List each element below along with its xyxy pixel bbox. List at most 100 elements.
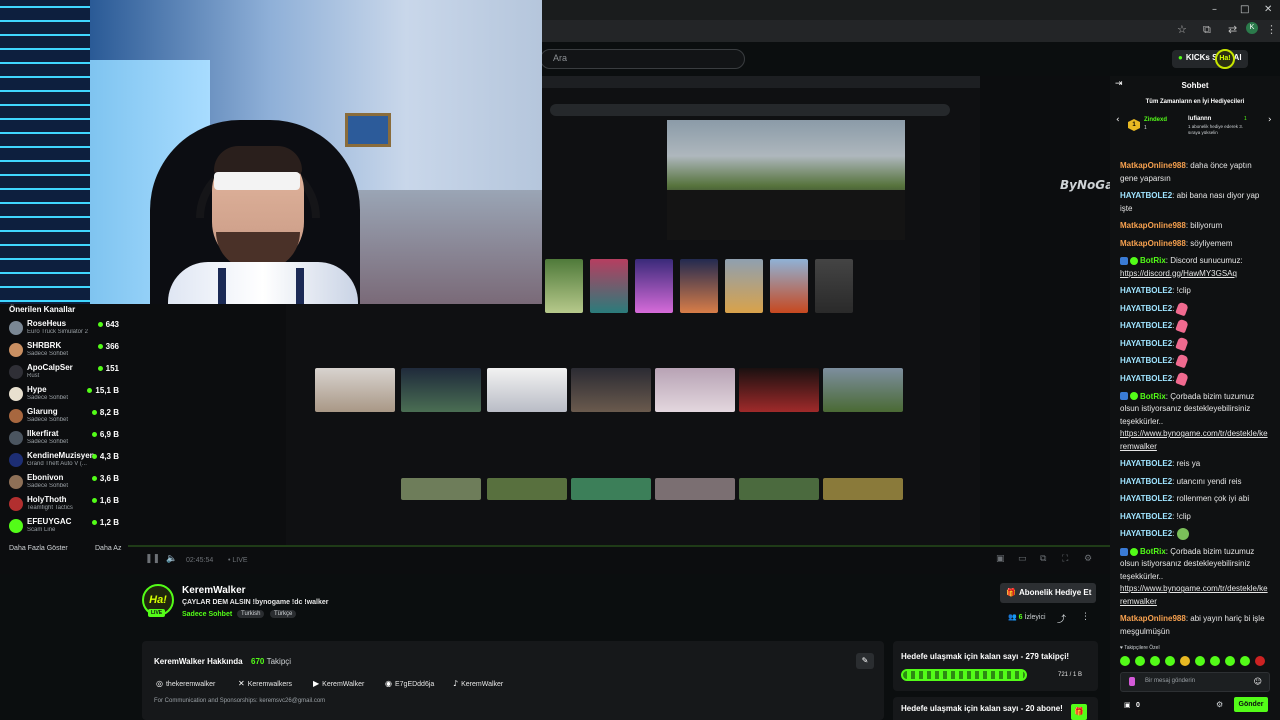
kicks-icon: ●: [1178, 53, 1183, 62]
recommended-channel-ebonivon[interactable]: Ebonivon Sadece Sohbet 3,6 B: [9, 472, 121, 494]
chat-username[interactable]: HAYATBOLE2: [1120, 339, 1172, 348]
pause-icon[interactable]: ❚❚: [145, 554, 160, 564]
settings-icon[interactable]: ⚙: [1216, 700, 1223, 709]
emote-icon[interactable]: [1120, 656, 1130, 666]
chat-message: HAYATBOLE2:: [1120, 371, 1270, 387]
show-less-link[interactable]: Daha Az: [95, 545, 121, 552]
chat-input[interactable]: Bir mesaj gönderin ☺: [1120, 672, 1270, 692]
recommended-channel-efeuygac[interactable]: EFEUYGAC Scam Line 1,2 B: [9, 516, 121, 538]
user-avatar[interactable]: Ha!: [1215, 49, 1235, 69]
recommended-channel-hype[interactable]: Hype Sadece Sohbet 15,1 B: [9, 384, 121, 406]
points-icon[interactable]: ▣: [1124, 701, 1131, 709]
edit-icon[interactable]: ✎: [856, 653, 874, 669]
verified-badge-icon: [1130, 547, 1138, 556]
chat-username[interactable]: MatkapOnline988: [1120, 161, 1186, 170]
recommended-channel-apocalpser[interactable]: ApoCalpSer Rust 151: [9, 362, 121, 384]
clip-icon[interactable]: ▣: [996, 554, 1005, 564]
social-youtube[interactable]: ▶ KeremWalker: [313, 679, 364, 688]
chat-username[interactable]: HAYATBOLE2: [1120, 356, 1172, 365]
chevron-right-icon[interactable]: ›: [1268, 115, 1272, 125]
emote-icon[interactable]: [1225, 656, 1235, 666]
star-icon[interactable]: ☆: [1177, 23, 1187, 36]
category-thumbnails: [545, 259, 865, 313]
profile-avatar[interactable]: K: [1246, 22, 1258, 34]
recommended-channel-ilkerfirat[interactable]: Ilkerfirat Sadece Sohbet 6,9 B: [9, 428, 121, 450]
pip-icon[interactable]: ⧉: [1040, 554, 1046, 564]
emoji-icon[interactable]: ☺: [1254, 677, 1262, 686]
send-button[interactable]: Gönder: [1234, 697, 1268, 712]
search-input[interactable]: Ara: [540, 49, 745, 69]
chat-username[interactable]: HAYATBOLE2: [1120, 374, 1172, 383]
emote-icon[interactable]: [1180, 656, 1190, 666]
live-channel-thumbnails: [315, 368, 905, 412]
gifter-name[interactable]: lufiannn: [1188, 116, 1211, 122]
recommended-channel-holythoth[interactable]: HolyThoth Teamfight Tactics 1,6 B: [9, 494, 121, 516]
emote-icon[interactable]: [1150, 656, 1160, 666]
chat-link[interactable]: https://www.bynogame.com/tr/destekle/ker…: [1120, 584, 1268, 606]
chat-username[interactable]: BotRix: [1140, 547, 1166, 556]
gift-sub-button[interactable]: 🎁 Abonelik Hediye Et: [1000, 583, 1096, 603]
chat-message: BotRix: Çorbada bizim tuzumuz olsun isti…: [1120, 391, 1268, 451]
emote-icon[interactable]: [1210, 656, 1220, 666]
chat-username[interactable]: HAYATBOLE2: [1120, 529, 1172, 538]
top-gifters-title: Tüm Zamanların en İyi Hediyecileri: [1145, 99, 1245, 105]
chat-username[interactable]: HAYATBOLE2: [1120, 304, 1172, 313]
chevron-left-icon[interactable]: ‹: [1116, 115, 1120, 125]
maximize-icon[interactable]: □: [1240, 4, 1249, 15]
social-discord[interactable]: ◉ E7gEDdd6ja: [385, 679, 434, 688]
chat-link[interactable]: https://www.bynogame.com/tr/destekle/ker…: [1120, 429, 1268, 451]
chat-username[interactable]: MatkapOnline988: [1120, 239, 1186, 248]
emote-icon[interactable]: [1165, 656, 1175, 666]
fullscreen-icon[interactable]: ⛶: [1062, 554, 1068, 564]
chat-username[interactable]: HAYATBOLE2: [1120, 191, 1172, 200]
chat-panel: ⇥ Sohbet Tüm Zamanların en İyi Hediyecil…: [1110, 76, 1280, 720]
gifter-name[interactable]: Zindexd: [1144, 117, 1167, 123]
chat-username[interactable]: HAYATBOLE2: [1120, 494, 1172, 503]
extensions-icon[interactable]: ⧉: [1203, 23, 1211, 37]
chat-text: utancını yendi reis: [1176, 476, 1242, 486]
recommended-channel-kendinemuzisyen[interactable]: KendineMuzisyen Grand Theft Auto V (... …: [9, 450, 121, 472]
tag-turkish[interactable]: Turkish: [237, 610, 265, 618]
chat-username[interactable]: MatkapOnline988: [1120, 221, 1186, 230]
chat-username[interactable]: HAYATBOLE2: [1120, 459, 1172, 468]
close-icon[interactable]: ✕: [1264, 4, 1272, 15]
recommended-channel-shrbrk[interactable]: SHRBRK Sadece Sohbet 366: [9, 340, 121, 362]
chat-username[interactable]: MatkapOnline988: [1120, 614, 1186, 623]
emote-icon[interactable]: [1240, 656, 1250, 666]
settings-icon[interactable]: ⚙: [1084, 554, 1092, 564]
recommended-channel-glarung[interactable]: Glarung Sadece Sohbet 8,2 B: [9, 406, 121, 428]
emote-icon[interactable]: [1255, 656, 1265, 666]
volume-icon[interactable]: 🔈: [166, 554, 177, 564]
minimize-icon[interactable]: –: [1212, 4, 1217, 15]
menu-icon[interactable]: ⋮: [1266, 23, 1277, 36]
show-more-link[interactable]: Daha Fazla Göster: [9, 545, 68, 552]
viewer-count: 👥 6 İzleyici: [1008, 613, 1046, 621]
contact-text: For Communication and Sponsorships: kere…: [154, 698, 326, 704]
emote-icon: [1174, 336, 1189, 352]
social-x[interactable]: ✕ Keremwalkers: [238, 679, 292, 688]
chat-username[interactable]: BotRix: [1140, 256, 1166, 265]
tag-turkce[interactable]: Türkçe: [270, 610, 297, 618]
chat-username[interactable]: HAYATBOLE2: [1120, 321, 1172, 330]
recommended-channel-roseheus[interactable]: RoseHeus Euro Truck Simulator 2 643: [9, 318, 121, 340]
top-gifters: ‹ 1 Zindexd 1 lufiannn 1 1 abonelik hedi…: [1110, 113, 1280, 143]
social-tiktok[interactable]: ♪ KeremWalker: [453, 679, 503, 688]
stream-category[interactable]: Sadece Sohbet: [182, 611, 232, 618]
chat-username[interactable]: HAYATBOLE2: [1120, 286, 1172, 295]
emote-icon[interactable]: [1195, 656, 1205, 666]
more-options-icon[interactable]: ⋮: [1081, 612, 1090, 622]
chat-link[interactable]: https://discord.gg/HawMY3GSAq: [1120, 269, 1237, 278]
share-icon[interactable]: ⤴: [1057, 612, 1066, 625]
chat-message: MatkapOnline988: abi yayın hariç bi işle…: [1120, 614, 1265, 636]
buy-kicks-button[interactable]: ● KICKs Satın Al: [1172, 50, 1248, 68]
chat-username[interactable]: BotRix: [1140, 392, 1166, 401]
sync-icon[interactable]: ⇄: [1228, 23, 1237, 36]
chat-username[interactable]: HAYATBOLE2: [1120, 477, 1172, 486]
channel-name[interactable]: KeremWalker: [182, 585, 246, 596]
emote-icon[interactable]: [1135, 656, 1145, 666]
theater-icon[interactable]: ▭: [1018, 554, 1027, 564]
stream-progress-bar[interactable]: [128, 545, 1110, 547]
chat-username[interactable]: HAYATBOLE2: [1120, 512, 1172, 521]
gift-icon[interactable]: 🎁: [1071, 704, 1087, 720]
social-instagram[interactable]: ◎ thekeremwalker: [156, 679, 215, 688]
